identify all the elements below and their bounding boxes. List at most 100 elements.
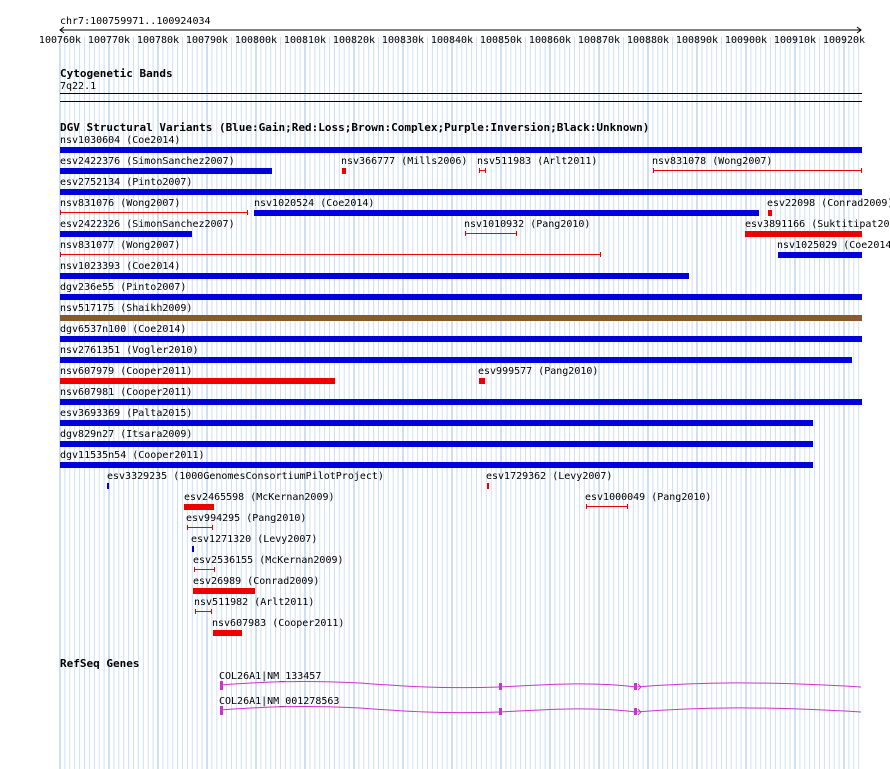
sv-feature-gain[interactable]	[60, 294, 862, 300]
sv-feature-gain[interactable]	[60, 462, 813, 468]
exon-mark	[220, 706, 223, 715]
ruler-tick-label: 100840k	[430, 35, 474, 46]
sv-label[interactable]: nsv607983 (Cooper2011)	[212, 618, 344, 629]
sv-label[interactable]: nsv607981 (Cooper2011)	[60, 387, 192, 398]
sv-feature-loss[interactable]	[184, 504, 214, 510]
sv-label[interactable]: esv1729362 (Levy2007)	[486, 471, 612, 482]
sv-label[interactable]: dgv236e55 (Pinto2007)	[60, 282, 186, 293]
sv-feature-loss[interactable]	[193, 588, 255, 594]
sv-label[interactable]: nsv511983 (Arlt2011)	[477, 156, 597, 167]
sv-label[interactable]: nsv1010932 (Pang2010)	[464, 219, 590, 230]
sv-label[interactable]: nsv517175 (Shaikh2009)	[60, 303, 192, 314]
dgv-track-title[interactable]: DGV Structural Variants (Blue:Gain;Red:L…	[60, 122, 649, 134]
sv-label[interactable]: esv26989 (Conrad2009)	[193, 576, 319, 587]
sv-label[interactable]: nsv1020524 (Coe2014)	[254, 198, 374, 209]
sv-feature-gain[interactable]	[192, 546, 194, 552]
sv-label[interactable]: esv3693369 (Palta2015)	[60, 408, 192, 419]
sv-feature-loss[interactable]	[768, 210, 772, 216]
sv-label[interactable]: nsv366777 (Mills2006)	[341, 156, 467, 167]
ruler-tick-label: 100830k	[381, 35, 425, 46]
cytoband-band[interactable]	[60, 93, 862, 94]
sv-feature-gain[interactable]	[60, 336, 862, 342]
sv-feature-loss[interactable]	[342, 168, 346, 174]
sv-label[interactable]: nsv607979 (Cooper2011)	[60, 366, 192, 377]
sv-feature-loss[interactable]	[745, 231, 862, 237]
sv-feature-gain[interactable]	[60, 441, 813, 447]
sv-label[interactable]: esv2536155 (McKernan2009)	[193, 555, 344, 566]
exon-mark	[499, 683, 502, 690]
sv-feature-loss[interactable]	[487, 483, 489, 489]
sv-label[interactable]: esv1000049 (Pang2010)	[585, 492, 711, 503]
sv-feature-gain[interactable]	[60, 420, 813, 426]
sv-feature-loss[interactable]	[194, 569, 215, 570]
sv-label[interactable]: nsv1030604 (Coe2014)	[60, 135, 180, 146]
sv-label[interactable]: nsv831077 (Wong2007)	[60, 240, 180, 251]
sv-label[interactable]: esv2422376 (SimonSanchez2007)	[60, 156, 235, 167]
sv-feature-loss[interactable]	[465, 233, 517, 234]
sv-feature-loss[interactable]	[60, 254, 601, 255]
sv-feature-gain[interactable]	[254, 210, 759, 216]
sv-label[interactable]: esv2465598 (McKernan2009)	[184, 492, 335, 503]
transcript-model[interactable]	[220, 706, 862, 716]
sv-feature-gain[interactable]	[60, 273, 689, 279]
refseq-gene-models	[220, 681, 862, 716]
ruler-tick-label: 100900k	[724, 35, 768, 46]
sv-label[interactable]: dgv829n27 (Itsara2009)	[60, 429, 192, 440]
sv-label[interactable]: esv1271320 (Levy2007)	[191, 534, 317, 545]
background-grid	[59, 37, 860, 769]
sv-label[interactable]: esv3891166 (Suktitipat2014)	[745, 219, 890, 230]
sv-label[interactable]: nsv1023393 (Coe2014)	[60, 261, 180, 272]
sv-feature-gain[interactable]	[107, 483, 109, 489]
ruler-tick-label: 100890k	[675, 35, 719, 46]
ruler-tick-label: 100810k	[283, 35, 327, 46]
cytoband-label: 7q22.1	[60, 81, 97, 92]
sv-label[interactable]: esv3329235 (1000GenomesConsortiumPilotPr…	[107, 471, 384, 482]
sv-feature-loss[interactable]	[479, 170, 486, 171]
exon-mark	[499, 708, 502, 715]
exon-mark	[220, 681, 223, 690]
sv-feature-loss[interactable]	[213, 630, 242, 636]
ruler-tick-label: 100850k	[479, 35, 523, 46]
refseq-track-title[interactable]: RefSeq Genes	[60, 658, 139, 670]
sv-feature-loss[interactable]	[187, 527, 213, 528]
sv-label[interactable]: dgv11535n54 (Cooper2011)	[60, 450, 205, 461]
sv-label[interactable]: dgv6537n100 (Coe2014)	[60, 324, 186, 335]
sv-feature-gain[interactable]	[60, 168, 272, 174]
sv-feature-loss[interactable]	[195, 611, 212, 612]
sv-feature-gain[interactable]	[60, 399, 862, 405]
ruler-tick-label: 100790k	[185, 35, 229, 46]
sv-feature-gain[interactable]	[60, 147, 862, 153]
cytoband-track-title[interactable]: Cytogenetic Bands	[60, 68, 173, 80]
exon-mark	[634, 683, 637, 690]
sv-label[interactable]: esv994295 (Pang2010)	[186, 513, 306, 524]
sv-label[interactable]: esv999577 (Pang2010)	[478, 366, 598, 377]
sv-label[interactable]: esv2752134 (Pinto2007)	[60, 177, 192, 188]
sv-feature-loss[interactable]	[60, 212, 248, 213]
sv-feature-loss[interactable]	[653, 170, 862, 171]
exon-mark	[634, 708, 637, 715]
genome-browser-view: chr7:100759971..100924034 100760k 100770k…	[0, 0, 890, 769]
sv-label[interactable]: esv2422326 (SimonSanchez2007)	[60, 219, 235, 230]
sv-label[interactable]: nsv831078 (Wong2007)	[652, 156, 772, 167]
sv-label[interactable]: nsv831076 (Wong2007)	[60, 198, 180, 209]
sv-label[interactable]: esv22098 (Conrad2009)	[767, 198, 890, 209]
sv-feature-loss[interactable]	[60, 378, 335, 384]
sv-feature-complex[interactable]	[60, 315, 862, 321]
sv-feature-loss[interactable]	[586, 506, 628, 507]
ruler-tick-label: 100880k	[626, 35, 670, 46]
sv-feature-gain[interactable]	[60, 189, 862, 195]
ruler-tick-label: 100860k	[528, 35, 572, 46]
ruler-tick-label: 100800k	[234, 35, 278, 46]
sv-feature-gain[interactable]	[60, 231, 192, 237]
sv-feature-loss[interactable]	[479, 378, 485, 384]
sv-label[interactable]: nsv2761351 (Vogler2010)	[60, 345, 198, 356]
track-separator	[60, 101, 862, 102]
sv-label[interactable]: nsv1025029 (Coe2014)	[777, 240, 890, 251]
ruler-tick-label: 100770k	[87, 35, 131, 46]
sv-label[interactable]: nsv511982 (Arlt2011)	[194, 597, 314, 608]
sv-feature-gain[interactable]	[60, 357, 852, 363]
sv-feature-gain[interactable]	[778, 252, 862, 258]
ruler-tick-label: 100910k	[773, 35, 817, 46]
ruler-tick-label: 100870k	[577, 35, 621, 46]
transcript-model[interactable]	[220, 681, 862, 691]
